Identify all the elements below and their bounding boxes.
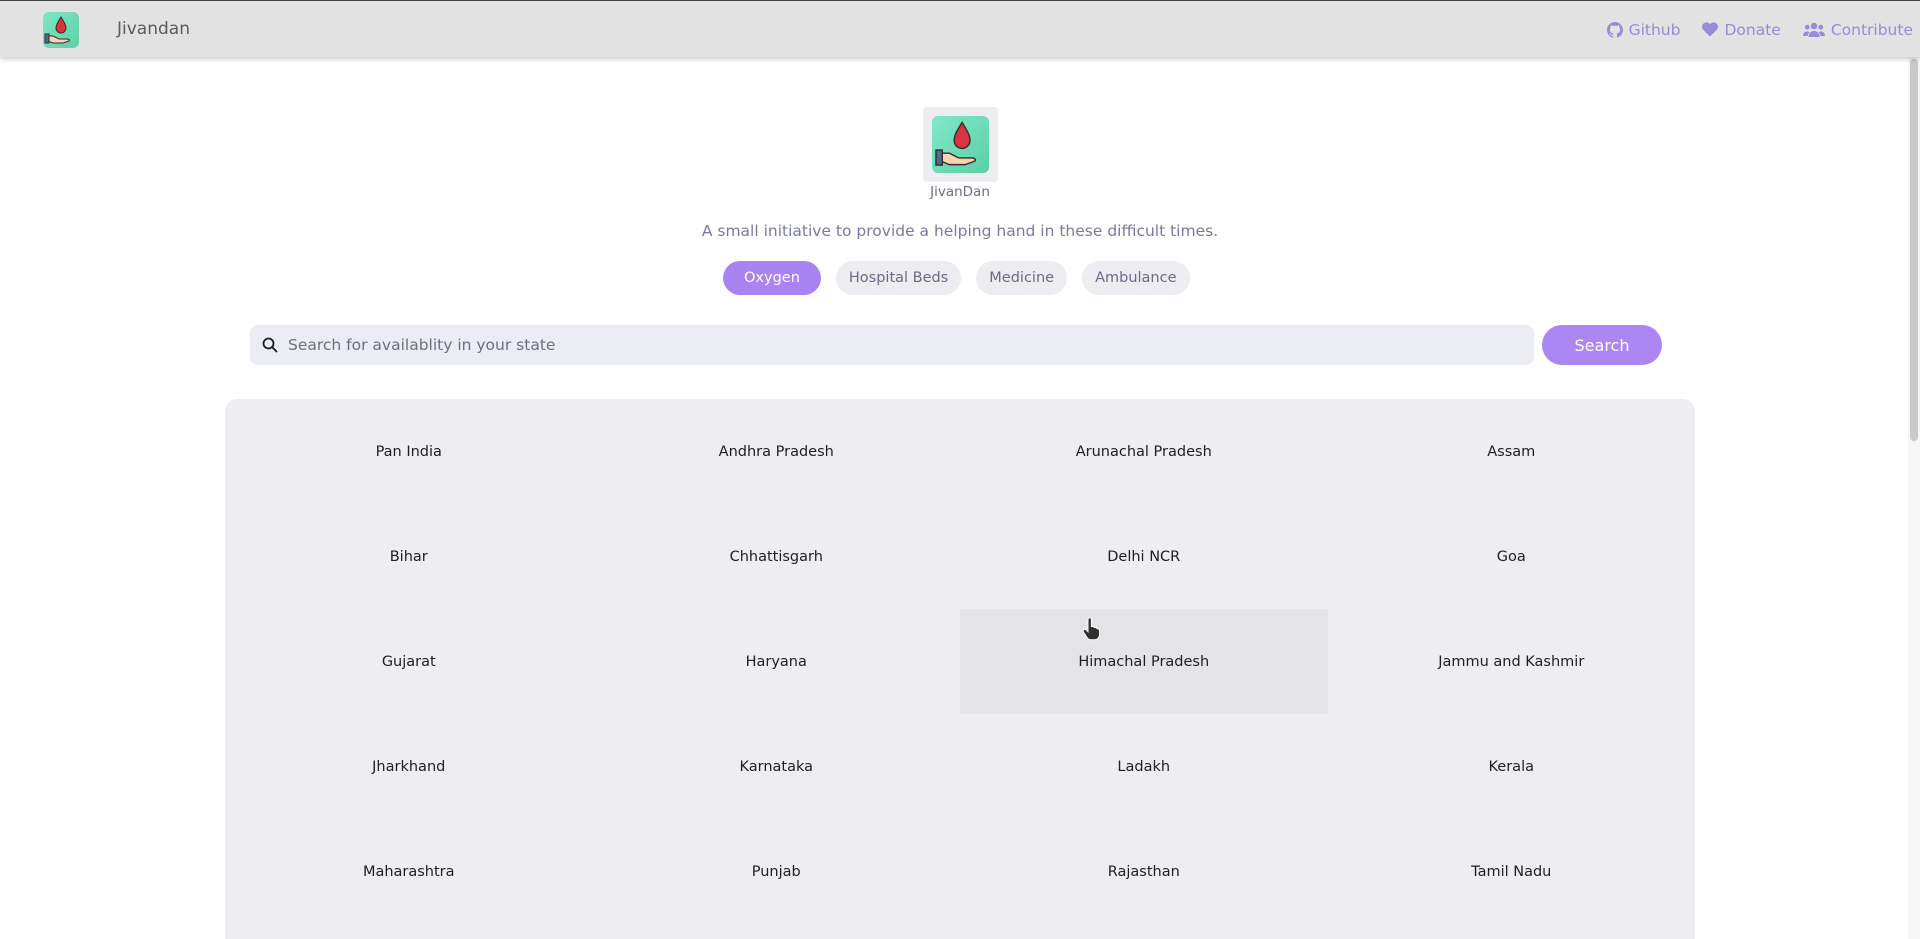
state-card[interactable]: Jammu and Kashmir [1328,609,1696,714]
state-card[interactable]: Kerala [1328,714,1696,819]
donate-label: Donate [1724,20,1781,39]
state-card[interactable]: Himachal Pradesh [960,609,1328,714]
heart-icon [1702,22,1719,37]
top-navbar: Jivandan Github Donate Contribute [0,0,1920,57]
hand-cursor-icon [1081,617,1103,645]
search-bar [250,325,1534,365]
scrollbar-thumb[interactable] [1910,59,1918,441]
state-card[interactable]: Chhattisgarh [593,504,961,609]
state-card[interactable]: Tamil Nadu [1328,819,1696,924]
state-card[interactable]: Delhi NCR [960,504,1328,609]
hero-logo-icon [932,116,989,173]
state-card[interactable]: Andhra Pradesh [593,399,961,504]
state-card[interactable]: Karnataka [593,714,961,819]
chip-oxygen[interactable]: Oxygen [723,261,821,295]
state-card[interactable]: Maharashtra [225,819,593,924]
contribute-link[interactable]: Contribute [1802,20,1913,39]
github-label: Github [1628,20,1681,39]
github-link[interactable]: Github [1606,20,1681,39]
state-card[interactable]: Haryana [593,609,961,714]
chip-ambulance[interactable]: Ambulance [1082,261,1190,295]
search-icon [262,337,278,353]
hero-app-name: JivanDan [930,184,990,200]
users-icon [1802,22,1825,38]
state-card[interactable]: Gujarat [225,609,593,714]
state-card[interactable]: Punjab [593,819,961,924]
state-card[interactable]: Rajasthan [960,819,1328,924]
page-scrollbar[interactable] [1908,57,1920,939]
state-card[interactable]: Pan India [225,399,593,504]
chip-hospital-beds[interactable]: Hospital Beds [835,261,962,295]
state-card[interactable]: Bihar [225,504,593,609]
brand-name[interactable]: Jivandan [117,19,190,39]
chip-medicine[interactable]: Medicine [976,261,1068,295]
states-grid: Pan India Andhra Pradesh Arunachal Pradesh… [225,399,1695,924]
state-card[interactable]: Jharkhand [225,714,593,819]
jivandan-logo-icon[interactable] [43,12,79,48]
tagline: A small initiative to provide a helping … [701,222,1219,240]
donate-link[interactable]: Donate [1702,20,1781,39]
contribute-label: Contribute [1830,20,1913,39]
nav-links: Github Donate Contribute [1585,1,1913,58]
states-panel: Pan India Andhra Pradesh Arunachal Pradesh… [225,399,1695,939]
search-button[interactable]: Search [1542,325,1662,365]
github-icon [1606,21,1623,38]
category-filter-chips: Oxygen Hospital Beds Medicine Ambulance [723,261,1190,295]
state-card[interactable]: Goa [1328,504,1696,609]
hero-logo-frame [923,107,998,182]
search-input[interactable] [288,336,1534,354]
state-card[interactable]: Assam [1328,399,1696,504]
state-card[interactable]: Ladakh [960,714,1328,819]
state-card[interactable]: Arunachal Pradesh [960,399,1328,504]
